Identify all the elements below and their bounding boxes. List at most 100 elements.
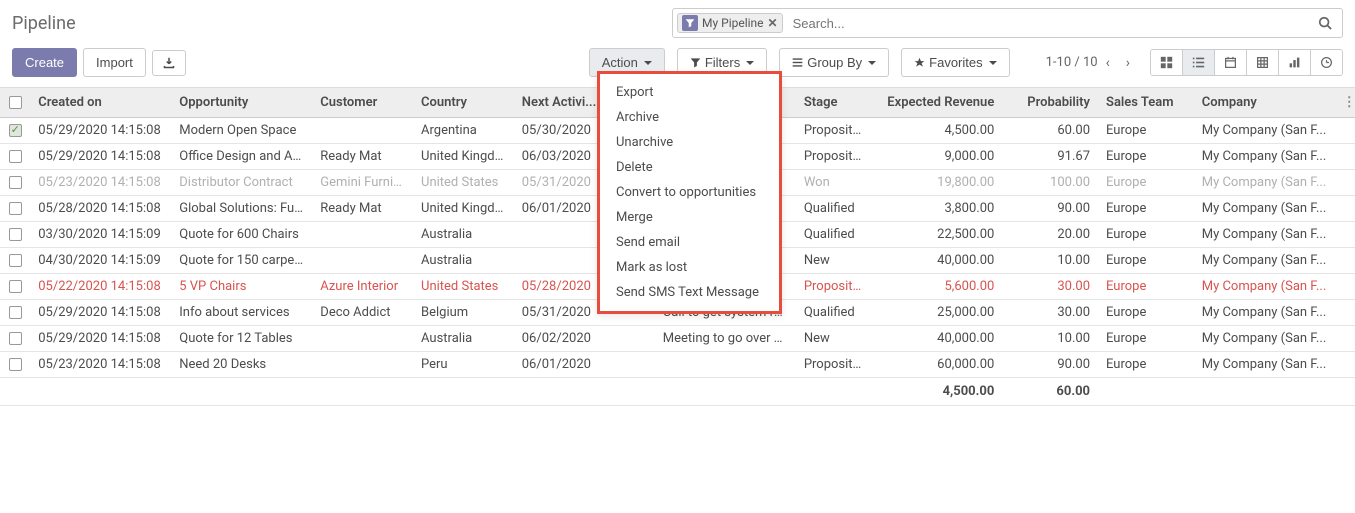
cell-sales-team[interactable]: Europe xyxy=(1098,170,1194,196)
cell-sales-team[interactable]: Europe xyxy=(1098,144,1194,170)
cell-country[interactable]: Australia xyxy=(413,222,514,248)
row-checkbox-cell[interactable] xyxy=(0,248,30,274)
cell-created-on[interactable]: 05/23/2020 14:15:08 xyxy=(30,352,171,378)
view-list[interactable] xyxy=(1183,50,1215,75)
cell-company[interactable]: My Company (San F... xyxy=(1194,196,1335,222)
cell-opportunity[interactable]: Info about services xyxy=(171,300,312,326)
row-checkbox[interactable] xyxy=(9,280,22,293)
cell-expected-revenue[interactable]: 4,500.00 xyxy=(871,118,1002,144)
cell-created-on[interactable]: 03/30/2020 14:15:09 xyxy=(30,222,171,248)
action-export[interactable]: Export xyxy=(600,80,779,105)
cell-probability[interactable]: 20.00 xyxy=(1002,222,1098,248)
row-checkbox[interactable] xyxy=(9,202,22,215)
cell-sales-team[interactable]: Europe xyxy=(1098,300,1194,326)
row-checkbox[interactable] xyxy=(9,176,22,189)
cell-next-activity[interactable]: 06/01/2020 xyxy=(514,352,655,378)
cell-expected-revenue[interactable]: 25,000.00 xyxy=(871,300,1002,326)
cell-customer[interactable] xyxy=(312,222,413,248)
cell-expected-revenue[interactable]: 19,800.00 xyxy=(871,170,1002,196)
cell-customer[interactable]: Deco Addict xyxy=(312,300,413,326)
favorites-button[interactable]: Favorites xyxy=(901,48,1009,77)
cell-customer[interactable] xyxy=(312,352,413,378)
download-button[interactable] xyxy=(152,50,186,76)
cell-expected-revenue[interactable]: 40,000.00 xyxy=(871,248,1002,274)
cell-sales-team[interactable]: Europe xyxy=(1098,326,1194,352)
view-pivot[interactable] xyxy=(1247,50,1279,75)
view-calendar[interactable] xyxy=(1215,50,1247,75)
row-checkbox[interactable] xyxy=(9,306,22,319)
row-checkbox[interactable] xyxy=(9,254,22,267)
cell-probability[interactable]: 30.00 xyxy=(1002,300,1098,326)
cell-sales-team[interactable]: Europe xyxy=(1098,222,1194,248)
cell-company[interactable]: My Company (San F... xyxy=(1194,300,1335,326)
cell-sales-team[interactable]: Europe xyxy=(1098,248,1194,274)
cell-country[interactable]: Australia xyxy=(413,248,514,274)
row-checkbox[interactable] xyxy=(9,228,22,241)
cell-expected-revenue[interactable]: 3,800.00 xyxy=(871,196,1002,222)
cell-sales-team[interactable]: Europe xyxy=(1098,118,1194,144)
action-unarchive[interactable]: Unarchive xyxy=(600,130,779,155)
col-stage[interactable]: Stage xyxy=(796,88,872,118)
cell-stage[interactable]: New xyxy=(796,326,872,352)
cell-probability[interactable]: 90.00 xyxy=(1002,352,1098,378)
action-mark-lost[interactable]: Mark as lost xyxy=(600,255,779,280)
row-checkbox-cell[interactable] xyxy=(0,352,30,378)
cell-expected-revenue[interactable]: 40,000.00 xyxy=(871,326,1002,352)
action-merge[interactable]: Merge xyxy=(600,205,779,230)
cell-created-on[interactable]: 05/23/2020 14:15:08 xyxy=(30,170,171,196)
cell-country[interactable]: United Kingdom xyxy=(413,144,514,170)
cell-customer[interactable] xyxy=(312,326,413,352)
cell-opportunity[interactable]: Office Design and Ar... xyxy=(171,144,312,170)
cell-company[interactable]: My Company (San F... xyxy=(1194,170,1335,196)
cell-created-on[interactable]: 05/29/2020 14:15:08 xyxy=(30,326,171,352)
search-icon[interactable] xyxy=(1312,16,1338,30)
cell-stage[interactable]: Qualified xyxy=(796,222,872,248)
cell-expected-revenue[interactable]: 9,000.00 xyxy=(871,144,1002,170)
cell-created-on[interactable]: 05/29/2020 14:15:08 xyxy=(30,144,171,170)
cell-stage[interactable]: Proposition xyxy=(796,144,872,170)
cell-sales-team[interactable]: Europe xyxy=(1098,196,1194,222)
pager-prev[interactable]: ‹ xyxy=(1098,51,1118,75)
cell-probability[interactable]: 91.67 xyxy=(1002,144,1098,170)
cell-activity-summary[interactable]: Meeting to go over p... xyxy=(655,326,796,352)
row-checkbox-cell[interactable] xyxy=(0,274,30,300)
view-kanban[interactable] xyxy=(1151,50,1183,75)
col-country[interactable]: Country xyxy=(413,88,514,118)
row-checkbox-cell[interactable] xyxy=(0,118,30,144)
cell-probability[interactable]: 90.00 xyxy=(1002,196,1098,222)
view-graph[interactable] xyxy=(1279,50,1311,75)
cell-opportunity[interactable]: Global Solutions: Fu... xyxy=(171,196,312,222)
row-checkbox-cell[interactable] xyxy=(0,144,30,170)
row-checkbox-cell[interactable] xyxy=(0,300,30,326)
action-convert[interactable]: Convert to opportunities xyxy=(600,180,779,205)
cell-stage[interactable]: New xyxy=(796,248,872,274)
cell-probability[interactable]: 100.00 xyxy=(1002,170,1098,196)
row-checkbox[interactable] xyxy=(9,124,22,137)
action-delete[interactable]: Delete xyxy=(600,155,779,180)
cell-customer[interactable] xyxy=(312,118,413,144)
cell-activity-summary[interactable] xyxy=(655,352,796,378)
cell-sales-team[interactable]: Europe xyxy=(1098,352,1194,378)
col-options[interactable]: ⋮ xyxy=(1335,88,1355,118)
view-activity[interactable] xyxy=(1311,50,1342,75)
cell-stage[interactable]: Proposition xyxy=(796,118,872,144)
col-probability[interactable]: Probability xyxy=(1002,88,1098,118)
search-bar[interactable]: My Pipeline ✕ xyxy=(672,8,1343,38)
row-checkbox[interactable] xyxy=(9,332,22,345)
cell-sales-team[interactable]: Europe xyxy=(1098,274,1194,300)
table-row[interactable]: 05/29/2020 14:15:08Quote for 12 TablesAu… xyxy=(0,326,1355,352)
cell-customer[interactable] xyxy=(312,248,413,274)
cell-opportunity[interactable]: Quote for 600 Chairs xyxy=(171,222,312,248)
cell-customer[interactable]: Gemini Furniture xyxy=(312,170,413,196)
cell-company[interactable]: My Company (San F... xyxy=(1194,118,1335,144)
cell-created-on[interactable]: 05/29/2020 14:15:08 xyxy=(30,118,171,144)
cell-company[interactable]: My Company (San F... xyxy=(1194,326,1335,352)
search-input[interactable] xyxy=(789,14,1312,33)
col-created-on[interactable]: Created on xyxy=(30,88,171,118)
col-opportunity[interactable]: Opportunity xyxy=(171,88,312,118)
chip-close-icon[interactable]: ✕ xyxy=(768,16,778,30)
col-sales-team[interactable]: Sales Team xyxy=(1098,88,1194,118)
cell-opportunity[interactable]: 5 VP Chairs xyxy=(171,274,312,300)
row-checkbox[interactable] xyxy=(9,150,22,163)
action-send-email[interactable]: Send email xyxy=(600,230,779,255)
